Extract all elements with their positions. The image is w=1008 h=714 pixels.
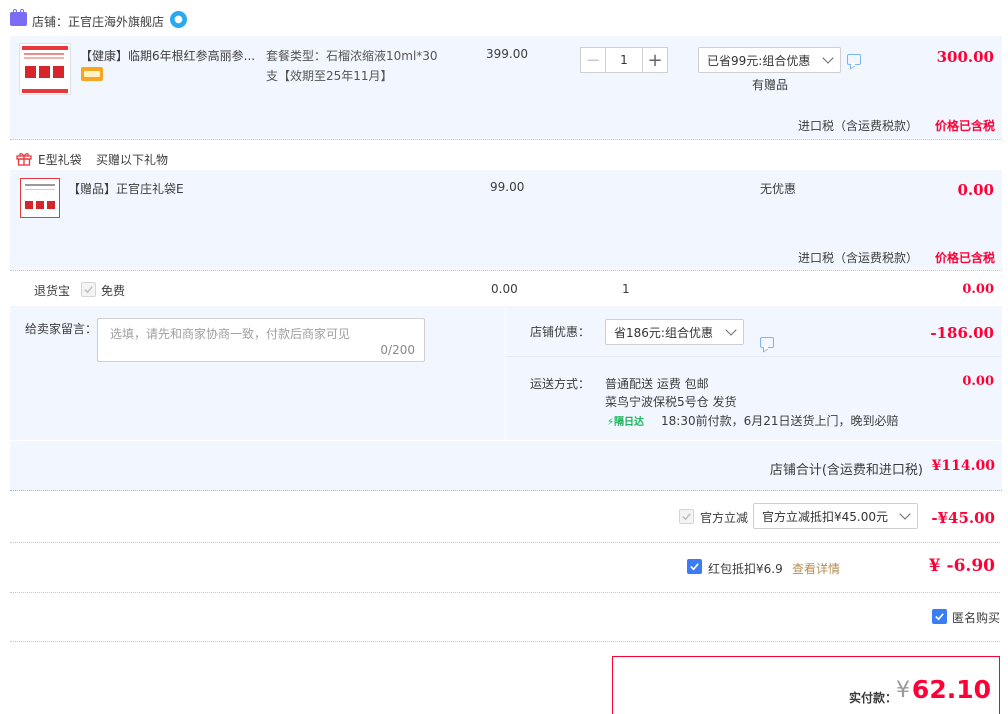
- product-spec-line2: 支【效期至25年11月】: [266, 69, 393, 83]
- shop-total-amount: ¥114.00: [931, 458, 995, 474]
- message-textarea[interactable]: 选填，请先和商家协商一致，付款后商家可见 0/200: [97, 318, 425, 362]
- gift-bag-desc: 买赠以下礼物: [96, 153, 169, 167]
- pay-label: 实付款：: [849, 691, 898, 705]
- item-subtotal: 300.00: [936, 48, 994, 66]
- anonymous-label: 匿名购买: [952, 611, 1001, 625]
- shop-discount-label: 店铺优惠：: [530, 325, 591, 339]
- item-promo-select-label: 已省99元:组合优惠: [707, 53, 811, 68]
- next-day-badge-label: 隔日达: [614, 417, 645, 428]
- divider: [10, 542, 1000, 543]
- redpacket-amount: ¥ -6.90: [928, 556, 995, 576]
- wangwang-chat-icon[interactable]: ●: [170, 11, 187, 28]
- gift-icon: [16, 151, 32, 166]
- divider: [506, 356, 1002, 357]
- return-insurance-label: 退货宝: [34, 284, 71, 298]
- official-discount-amount: -¥45.00: [931, 509, 995, 527]
- shop-discount-select-label: 省186元:组合优惠: [614, 325, 713, 340]
- quantity-stepper[interactable]: − 1 +: [580, 47, 668, 73]
- shop-total-label: 店铺合计(含运费和进口税): [769, 463, 923, 478]
- import-tax-value: 价格已含税: [934, 119, 995, 133]
- product-thumbnail[interactable]: [19, 43, 71, 95]
- official-discount-checkbox[interactable]: [679, 509, 694, 524]
- shipping-label: 运送方式：: [530, 377, 591, 391]
- official-discount-select[interactable]: 官方立减抵扣¥45.00元: [753, 503, 918, 529]
- shipping-method: 普通配送 运费 包邮: [605, 377, 709, 391]
- shop-name[interactable]: 店铺：正官庄海外旗舰店: [32, 13, 164, 30]
- anonymous-checkbox[interactable]: [932, 609, 947, 624]
- return-insurance-option: 免费: [101, 284, 126, 298]
- gift-title[interactable]: 【赠品】正官庄礼袋E: [68, 180, 184, 197]
- gift-bag-type: E型礼袋: [38, 153, 82, 167]
- gift-subtotal: 0.00: [957, 181, 994, 199]
- shop-discount-amount: -186.00: [930, 324, 994, 342]
- increase-button[interactable]: +: [642, 47, 668, 73]
- decrease-button[interactable]: −: [580, 47, 606, 73]
- return-insurance-price: 0.00: [491, 282, 518, 296]
- redpacket-checkbox[interactable]: [687, 559, 702, 574]
- shop-discount-select[interactable]: 省186元:组合优惠: [605, 319, 744, 345]
- item-promo-select[interactable]: 已省99元:组合优惠: [698, 47, 841, 73]
- shipping-amount: 0.00: [962, 374, 994, 389]
- pay-amount: 62.10: [911, 675, 991, 704]
- pay-currency: ¥: [896, 678, 910, 703]
- product-spec-line1: 套餐类型：石榴浓缩液10ml*30: [266, 49, 438, 63]
- divider: [10, 270, 1002, 271]
- redpacket-details-link[interactable]: 查看详情: [792, 560, 840, 577]
- delivery-promise: 18:30前付款，6月21日送货上门，晚到必赔: [661, 414, 899, 428]
- next-day-badge: ⚡隔日达: [607, 417, 645, 428]
- gift-note: 有赠品: [752, 78, 789, 92]
- quantity-input[interactable]: 1: [606, 47, 642, 73]
- tmall-shop-icon: [10, 9, 27, 26]
- chevron-down-icon: [899, 508, 911, 520]
- product-title[interactable]: 【健康】临期6年根红参高丽参...: [80, 47, 255, 64]
- message-counter: 0/200: [380, 343, 415, 357]
- divider: [10, 139, 1002, 140]
- official-discount-label: 官方立减: [700, 511, 749, 525]
- chevron-down-icon: [822, 52, 834, 64]
- shipping-warehouse: 菜鸟宁波保税5号仓 发货: [605, 395, 737, 409]
- message-label: 给卖家留言：: [25, 322, 98, 336]
- chevron-down-icon: [725, 324, 737, 336]
- message-placeholder: 选填，请先和商家协商一致，付款后商家可见: [110, 327, 351, 341]
- import-tax-label: 进口税（含运费税款）: [797, 119, 918, 133]
- return-insurance-checkbox[interactable]: [81, 282, 96, 297]
- unit-price: 399.00: [486, 47, 528, 61]
- gift-tax-value: 价格已含税: [934, 251, 995, 265]
- discount-comment-icon[interactable]: [760, 337, 774, 348]
- gift-unit-price: 99.00: [490, 180, 525, 194]
- gift-tax-label: 进口税（含运费税款）: [797, 251, 918, 265]
- divider: [10, 641, 1000, 642]
- gift-thumbnail[interactable]: [20, 178, 60, 218]
- divider: [10, 592, 1000, 593]
- return-insurance-subtotal: 0.00: [962, 282, 994, 297]
- official-discount-select-label: 官方立减抵扣¥45.00元: [762, 509, 888, 524]
- redpacket-label: 红包抵扣¥6.9: [708, 562, 783, 576]
- tag-icon: [81, 67, 103, 81]
- return-insurance-qty: 1: [622, 282, 630, 296]
- promo-comment-icon[interactable]: [847, 54, 861, 65]
- gift-promo: 无优惠: [760, 182, 797, 196]
